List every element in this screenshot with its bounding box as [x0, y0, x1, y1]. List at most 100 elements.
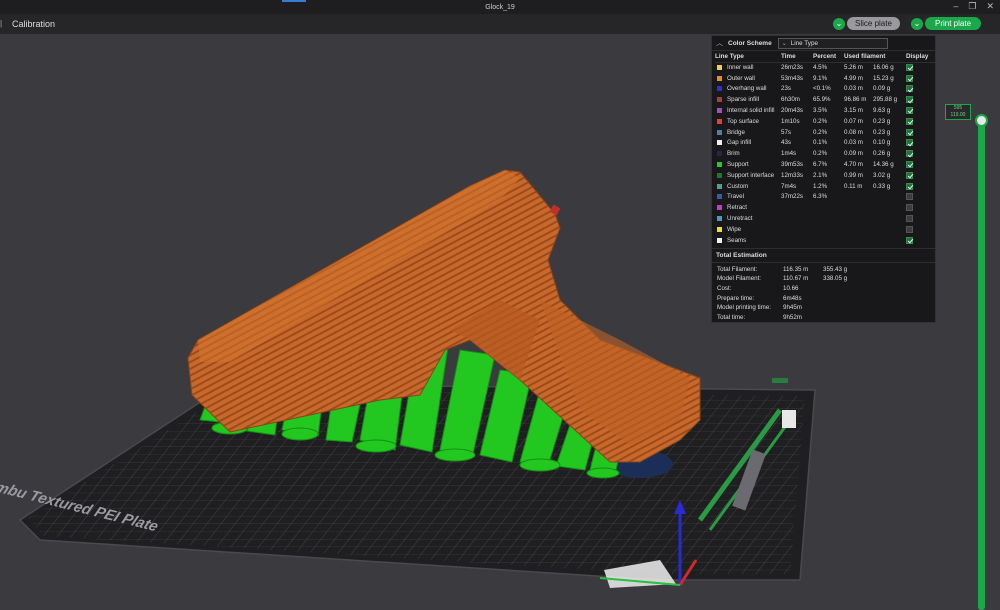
display-checkbox[interactable] [906, 193, 913, 201]
time-cell: 7m4s [781, 182, 797, 190]
line-type-cell: Wipe [715, 224, 781, 235]
collapse-chevron-icon[interactable]: ︿ [716, 38, 726, 48]
percent-cell: 1.2% [813, 182, 828, 190]
display-checkbox[interactable] [906, 204, 913, 212]
percent-cell: 6.3% [813, 193, 828, 201]
column-header: Display [906, 51, 935, 63]
slice-dropdown-chevron-icon[interactable]: ⌄ [833, 17, 845, 30]
filament-length: 5.26 m [844, 64, 863, 72]
display-checkbox[interactable] [906, 182, 913, 190]
color-scheme-select[interactable]: ⌄ Line Type [777, 37, 888, 49]
line-type-name: Bridge [727, 128, 745, 136]
display-checkbox[interactable] [906, 96, 913, 104]
column-header: Line Type [715, 51, 781, 63]
line-type-cell: Bridge [715, 127, 781, 138]
close-icon[interactable]: ✕ [986, 1, 994, 12]
filament-cell: 96.86 m 295.88 g [844, 94, 906, 105]
line-type-name: Brim [727, 150, 740, 158]
display-cell [906, 73, 935, 84]
display-checkbox[interactable] [906, 107, 913, 115]
filament-cell: 0.03 m 0.10 g [844, 138, 906, 149]
filament-weight: 14.36 g [873, 161, 894, 169]
layer-number: 595 [953, 105, 963, 111]
slice-plate-group: ⌄ Slice plate [833, 17, 900, 30]
line-type-name: Wipe [727, 225, 742, 233]
time-cell: 26m23s [781, 64, 804, 72]
print-dropdown-chevron-icon[interactable]: ⌄ [911, 17, 923, 30]
display-checkbox[interactable] [906, 74, 913, 82]
legend-row: Top surface 1m10s 0.2% 0.07 m 0.23 g [715, 116, 935, 127]
color-scheme-value: Line Type [790, 39, 818, 47]
filament-cell: 5.26 m 16.06 g [844, 62, 906, 73]
display-checkbox[interactable] [906, 128, 913, 136]
legend-row: Outer wall 53m43s 9.1% 4.99 m 15.23 g [715, 73, 935, 84]
estimation-key: Cost: [717, 285, 732, 293]
time-cell: 53m43s [781, 74, 804, 82]
filament-cell: 0.03 m 0.09 g [844, 84, 906, 95]
display-checkbox[interactable] [906, 139, 913, 147]
toolbar-edge-icon[interactable]: | [0, 19, 6, 29]
main-toolbar: | Calibration ⌄ Slice plate ⌄ Print plat… [0, 14, 1000, 34]
restore-icon[interactable]: ❐ [968, 1, 976, 12]
display-cell [906, 159, 935, 170]
filament-cell [844, 224, 906, 235]
legend-row: Overhang wall 23s <0.1% 0.03 m 0.09 g [715, 84, 935, 95]
color-swatch [717, 183, 722, 189]
color-swatch [717, 65, 722, 70]
print-plate-button[interactable]: Print plate [925, 17, 982, 30]
line-type-cell: Top surface [715, 116, 781, 127]
line-type-cell: Brim [715, 148, 781, 159]
display-checkbox[interactable] [906, 64, 913, 72]
estimation-value: 9h45m [783, 304, 802, 312]
filament-cell: 0.99 m 3.02 g [844, 170, 906, 181]
filament-weight: 9.63 g [873, 107, 891, 115]
display-checkbox[interactable] [906, 214, 913, 222]
legend-row: Support interface 12m33s 2.1% 0.99 m 3.02 g [715, 170, 935, 181]
filament-weight: 3.02 g [873, 171, 891, 179]
display-checkbox[interactable] [906, 150, 913, 158]
filament-weight: 295.88 g [873, 96, 898, 104]
filament-length: 3.15 m [844, 107, 863, 115]
line-type-name: Top surface [727, 117, 759, 125]
display-cell [906, 84, 935, 95]
line-type-name: Support [727, 161, 749, 169]
time-cell: 1m4s [781, 150, 797, 158]
line-type-cell: Outer wall [715, 73, 781, 84]
filament-weight: 0.10 g [873, 139, 891, 147]
time-cell: 43s [781, 139, 791, 147]
filament-weight: 15.23 g [873, 74, 894, 82]
time-cell: 6h30m [781, 96, 800, 104]
color-swatch [717, 172, 722, 178]
estimation-value: 10.66 [783, 285, 799, 293]
estimation-key: Prepare time: [717, 294, 755, 302]
estimation-row: Model printing time: 9h45m [717, 303, 930, 313]
display-checkbox[interactable] [906, 171, 913, 179]
percent-cell: 0.2% [813, 150, 828, 158]
display-checkbox[interactable] [906, 161, 913, 168]
estimation-value: 6m48s [783, 294, 802, 302]
display-cell [906, 181, 935, 192]
minimize-icon[interactable]: – [953, 1, 958, 12]
line-type-rows: Inner wall 26m23s 4.5% 5.26 m 16.06 g Outer w… [715, 62, 935, 246]
slice-plate-button[interactable]: Slice plate [847, 17, 900, 30]
legend-row: Internal solid infill 20m43s 3.5% 3.15 m 9.6… [715, 105, 935, 116]
line-type-name: Inner wall [727, 64, 754, 72]
display-checkbox[interactable] [906, 117, 913, 125]
line-type-cell: Sparse infill [715, 94, 781, 105]
layer-slider-handle[interactable] [975, 114, 988, 127]
display-cell [906, 94, 935, 105]
filament-length: 0.11 m [844, 182, 863, 190]
filament-length: 0.03 m [844, 85, 863, 93]
calibration-menu[interactable]: Calibration [12, 19, 55, 29]
title-bar: Glock_19 – ❐ ✕ [0, 0, 1000, 14]
display-checkbox[interactable] [906, 85, 913, 93]
line-type-table: Line Type Time Percent Used filament Dis… [715, 51, 935, 246]
display-checkbox[interactable] [906, 225, 913, 233]
line-type-cell: Overhang wall [715, 84, 781, 95]
layer-slider-track[interactable] [978, 122, 985, 610]
estimation-value: 110.67 m [783, 275, 809, 283]
display-checkbox[interactable] [906, 236, 913, 244]
filament-weight: 0.33 g [873, 182, 891, 190]
display-cell [906, 192, 935, 203]
display-cell [906, 138, 935, 149]
